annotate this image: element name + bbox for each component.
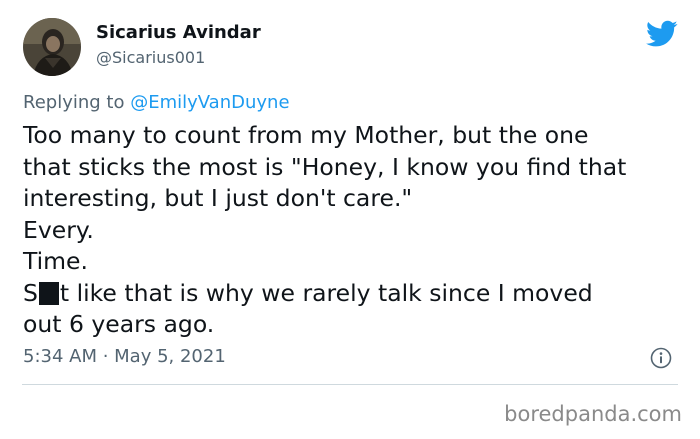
tweet-line: interesting, but I just don't care."	[23, 184, 413, 212]
tweet-line: out 6 years ago.	[23, 310, 215, 338]
tweet-line: Time.	[23, 247, 88, 275]
reply-mention-link[interactable]: @EmilyVanDuyne	[130, 92, 289, 113]
tweet-line: that sticks the most is "Honey, I know y…	[23, 152, 627, 181]
tweet-timestamp[interactable]: 5:34 AM · May 5, 2021	[23, 346, 226, 367]
tweet-line: Too many to count from my Mother, but th…	[23, 121, 589, 149]
reply-prefix: Replying to	[23, 92, 131, 113]
censor-block	[38, 281, 59, 305]
twitter-bird-icon[interactable]	[646, 20, 678, 48]
profile-photo-icon	[23, 18, 81, 76]
censored-line-rest: t like that is why we rarely talk since …	[59, 278, 593, 307]
reply-context: Replying to @EmilyVanDuyne	[23, 92, 290, 113]
author-display-name[interactable]: Sicarius Avindar	[96, 22, 261, 43]
tweet-text: Too many to count from my Mother, but th…	[23, 120, 688, 341]
censored-word-start: S	[23, 278, 38, 307]
info-icon[interactable]	[650, 347, 672, 369]
avatar[interactable]	[23, 18, 81, 76]
tweet-line-censored: St like that is why we rarely talk since…	[23, 278, 688, 310]
watermark: boredpanda.com	[504, 402, 682, 426]
tweet-line: Every.	[23, 215, 94, 244]
divider	[22, 384, 678, 385]
author-handle[interactable]: @Sicarius001	[96, 48, 205, 67]
